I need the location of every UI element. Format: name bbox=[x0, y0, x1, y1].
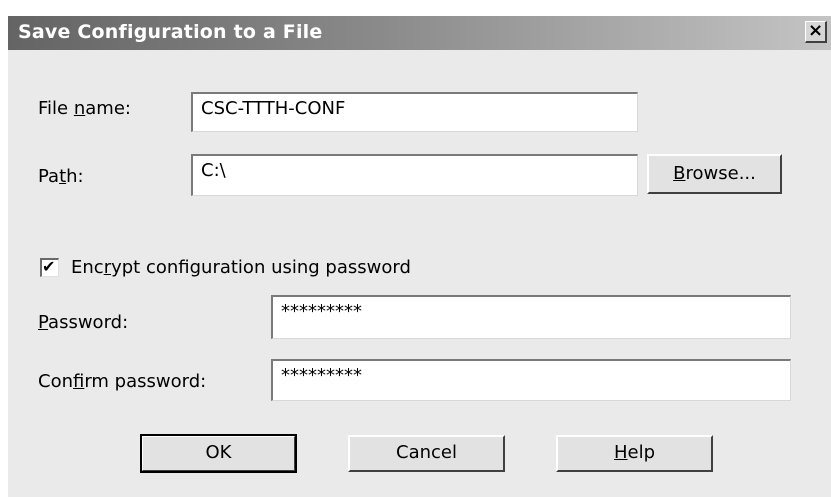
browse-button[interactable]: Browse... bbox=[647, 154, 782, 194]
checkmark-icon: ✔ bbox=[42, 257, 56, 276]
confirm-label-pre: Con bbox=[38, 371, 73, 392]
background-strip bbox=[0, 0, 831, 14]
ok-button[interactable]: OK bbox=[140, 434, 297, 473]
file-name-input[interactable]: CSC-TTTH-CONF bbox=[191, 92, 638, 132]
password-input[interactable]: ********* bbox=[271, 295, 791, 339]
cancel-button[interactable]: Cancel bbox=[348, 435, 505, 472]
path-label-pre: Pa bbox=[38, 166, 60, 187]
path-label: Path: bbox=[38, 166, 84, 187]
confirm-password-label: Confirm password: bbox=[38, 371, 206, 392]
path-input[interactable]: C:\ bbox=[191, 154, 638, 196]
help-button[interactable]: Help bbox=[556, 435, 713, 472]
password-label: Password: bbox=[38, 312, 128, 333]
help-label-accel: H bbox=[613, 442, 628, 463]
encrypt-label-post: ypt configuration using password bbox=[111, 257, 411, 278]
browse-label-rest: rowse... bbox=[685, 163, 756, 184]
password-label-post: assword: bbox=[48, 312, 129, 333]
confirm-password-input[interactable]: ********* bbox=[271, 359, 791, 401]
save-config-dialog: Save Configuration to a File × File name… bbox=[6, 14, 831, 497]
help-label-rest: elp bbox=[627, 442, 656, 463]
encrypt-label[interactable]: Encrypt configuration using password bbox=[71, 257, 411, 278]
title-bar[interactable]: Save Configuration to a File × bbox=[8, 16, 831, 50]
browse-label-accel: B bbox=[673, 163, 686, 184]
close-icon: × bbox=[807, 20, 824, 41]
path-label-post: h: bbox=[66, 166, 84, 187]
file-name-label-post: ame: bbox=[85, 98, 131, 119]
close-button[interactable]: × bbox=[805, 21, 827, 43]
encrypt-checkbox[interactable]: ✔ bbox=[40, 257, 59, 277]
confirm-label-accel: f bbox=[73, 371, 85, 392]
confirm-label-post: irm password: bbox=[84, 371, 207, 392]
encrypt-label-pre: Enc bbox=[71, 257, 104, 278]
file-name-label-accel: n bbox=[73, 98, 86, 119]
password-label-accel: P bbox=[38, 312, 49, 333]
file-name-label: File name: bbox=[38, 98, 131, 119]
dialog-title: Save Configuration to a File bbox=[18, 21, 323, 43]
encrypt-label-accel: r bbox=[103, 257, 112, 278]
file-name-label-pre: File bbox=[38, 98, 74, 119]
